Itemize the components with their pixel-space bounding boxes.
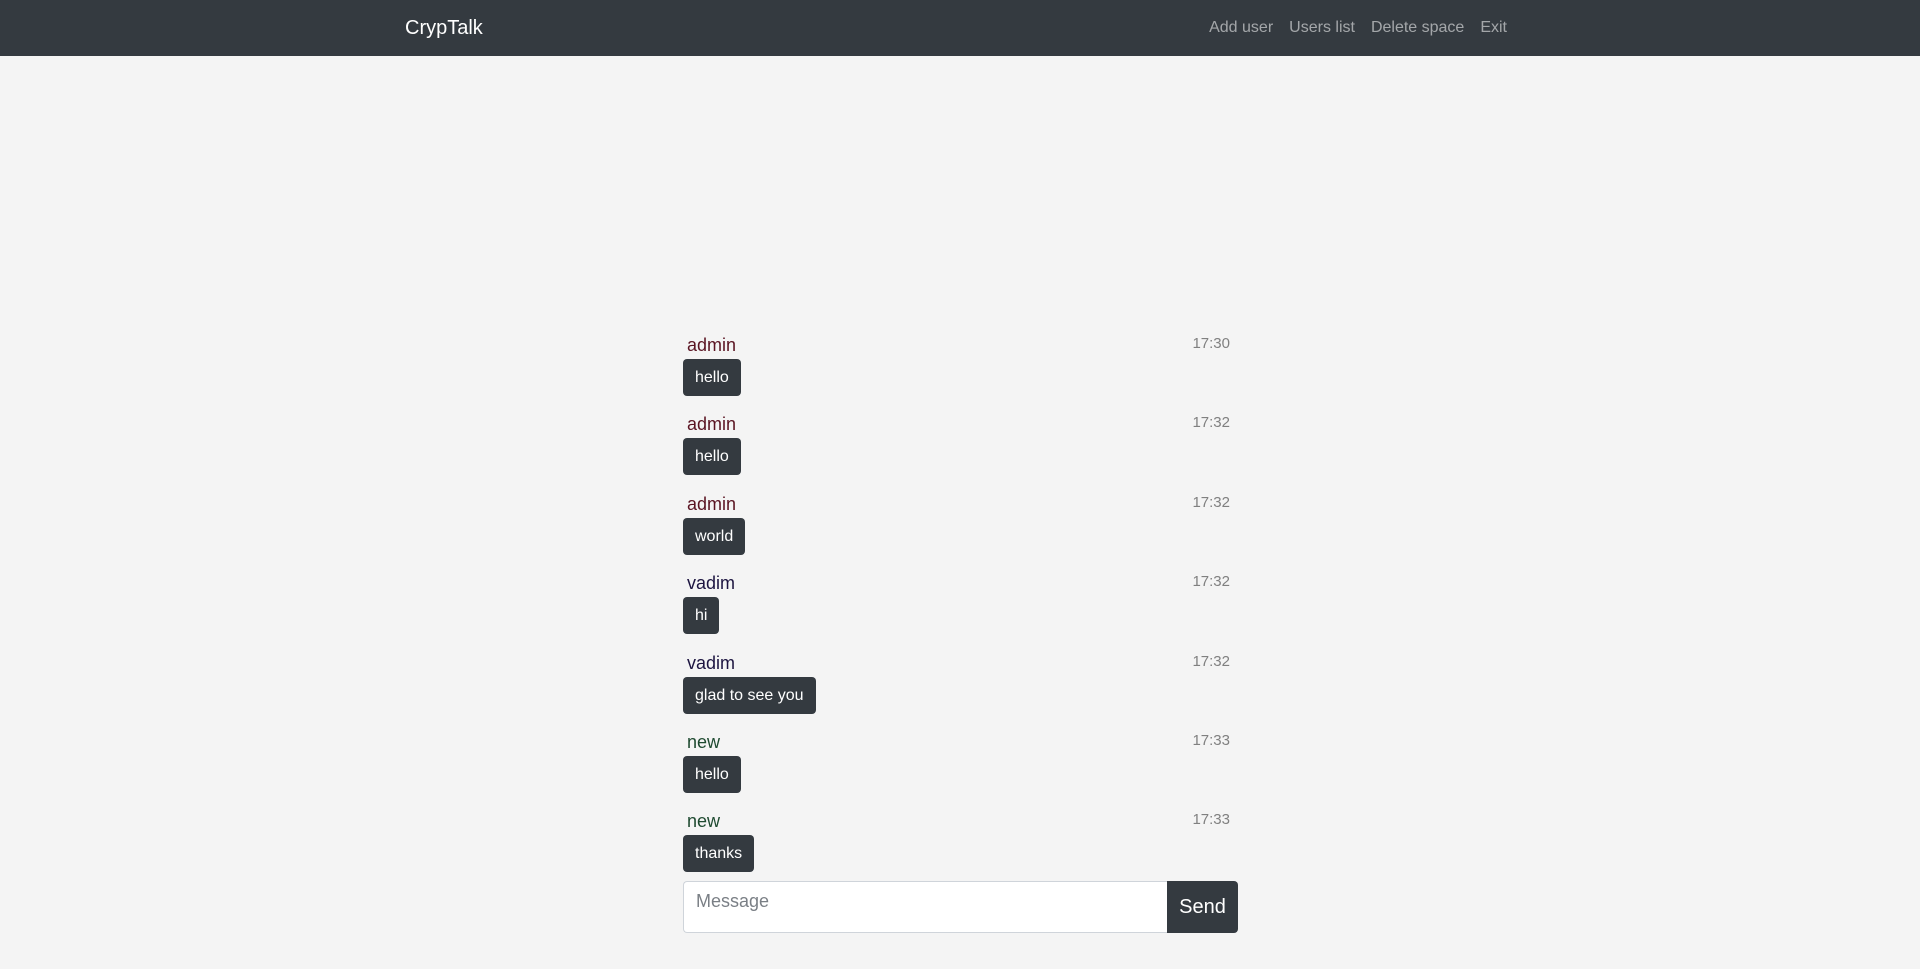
message-item: admin 17:30 hello: [683, 331, 1238, 410]
message-time: 17:30: [1192, 335, 1230, 352]
message-time: 17:32: [1192, 573, 1230, 591]
message-author: admin: [687, 493, 737, 514]
message-composer: Send: [683, 881, 1238, 933]
message-item: vadim 17:32 hi: [683, 569, 1238, 648]
send-button[interactable]: Send: [1167, 881, 1238, 933]
nav-add-user-link[interactable]: Add user: [1209, 17, 1273, 39]
nav-users-list-link[interactable]: Users list: [1289, 17, 1355, 39]
message-author: admin: [687, 414, 737, 435]
message-bubble: hi: [683, 597, 720, 635]
nav-exit-link[interactable]: Exit: [1480, 17, 1507, 39]
message-input[interactable]: [683, 881, 1167, 933]
message-item: vadim 17:32 glad to see you: [683, 649, 1238, 728]
message-time: 17:32: [1192, 414, 1230, 432]
message-author: new: [687, 811, 721, 832]
message-item: admin 17:32 world: [683, 490, 1238, 569]
message-item: admin 17:32 hello: [683, 410, 1238, 489]
message-item: new 17:33 hello: [683, 728, 1238, 807]
message-time: 17:33: [1192, 811, 1230, 829]
brand-logo[interactable]: CrypTalk: [405, 15, 483, 41]
message-bubble: glad to see you: [683, 676, 816, 714]
navbar: CrypTalk Add user Users list Delete spac…: [0, 0, 1920, 56]
message-time: 17:32: [1192, 493, 1230, 511]
message-bubble: hello: [683, 755, 741, 793]
message-list: admin 17:30 hello admin 17:32 hello admi…: [683, 331, 1238, 887]
nav-delete-space-link[interactable]: Delete space: [1371, 17, 1464, 39]
message-author: vadim: [687, 573, 736, 594]
message-author: admin: [687, 335, 737, 355]
nav-links: Add user Users list Delete space Exit: [1209, 17, 1507, 39]
message-author: vadim: [687, 652, 736, 673]
message-item: new 17:33 thanks: [683, 807, 1238, 886]
message-time: 17:33: [1192, 731, 1230, 749]
message-bubble: thanks: [683, 835, 755, 873]
message-bubble: hello: [683, 438, 741, 476]
message-bubble: world: [683, 517, 746, 555]
message-author: new: [687, 731, 721, 752]
message-bubble: hello: [683, 359, 741, 396]
message-time: 17:32: [1192, 652, 1230, 670]
